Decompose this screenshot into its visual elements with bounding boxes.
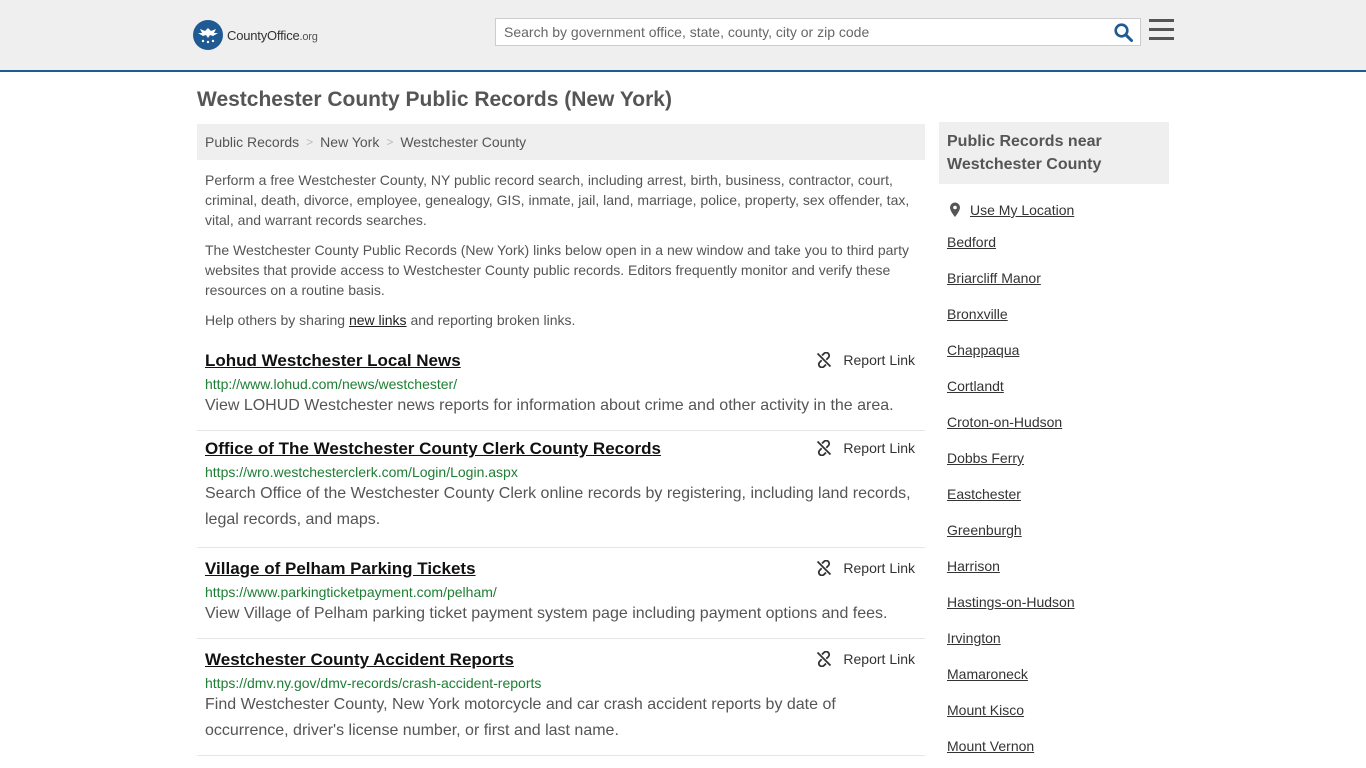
- broken-link-icon: [817, 651, 832, 667]
- list-item: Greenburgh: [947, 512, 1169, 548]
- broken-link-icon: [817, 352, 832, 368]
- sidebar-heading-line2: Westchester County: [947, 156, 1102, 173]
- place-link[interactable]: Eastchester: [947, 486, 1021, 502]
- new-links-link[interactable]: new links: [349, 312, 407, 328]
- link-description: Find Westchester County, New York motorc…: [205, 696, 836, 739]
- list-item: Westchester County Accident Reports Repo…: [197, 639, 925, 756]
- place-link[interactable]: Croton-on-Hudson: [947, 414, 1062, 430]
- nearby-sidebar: Public Records near Westchester County U…: [939, 122, 1169, 764]
- list-item: Hastings-on-Hudson: [947, 584, 1169, 620]
- list-item: Croton-on-Hudson: [947, 404, 1169, 440]
- report-link-label: Report Link: [843, 352, 915, 368]
- link-title[interactable]: Westchester County Accident Reports: [205, 650, 514, 670]
- report-link-label: Report Link: [843, 651, 915, 667]
- breadcrumb-public-records[interactable]: Public Records: [205, 134, 299, 150]
- link-title[interactable]: Village of Pelham Parking Tickets: [205, 559, 476, 579]
- search-input[interactable]: [496, 19, 1106, 45]
- share-paragraph: Help others by sharing new links and rep…: [205, 310, 917, 330]
- use-my-location: Use My Location: [949, 202, 1169, 218]
- list-item: Bedford: [947, 224, 1169, 260]
- sidebar-heading: Public Records near Westchester County: [939, 122, 1169, 184]
- site-header: CountyOffice.org: [0, 0, 1366, 72]
- list-item: Mount Kisco: [947, 692, 1169, 728]
- link-url[interactable]: https://dmv.ny.gov/dmv-records/crash-acc…: [205, 675, 917, 691]
- share-text-end: and reporting broken links.: [406, 312, 576, 328]
- breadcrumb-new-york[interactable]: New York: [320, 134, 379, 150]
- link-url[interactable]: https://www.parkingticketpayment.com/pel…: [205, 584, 917, 600]
- link-url[interactable]: https://wro.westchesterclerk.com/Login/L…: [205, 464, 917, 480]
- list-item: Village of Pelham Parking Tickets Report…: [197, 548, 925, 639]
- place-link[interactable]: Mount Vernon: [947, 738, 1034, 754]
- place-link[interactable]: Harrison: [947, 558, 1000, 574]
- report-link-button[interactable]: Report Link: [816, 560, 915, 576]
- records-link-list: Lohud Westchester Local News Report Link…: [197, 343, 925, 756]
- search-bar: [495, 18, 1141, 46]
- eagle-seal-icon: [193, 20, 223, 50]
- list-item: Bronxville: [947, 296, 1169, 332]
- page-title: Westchester County Public Records (New Y…: [197, 88, 672, 111]
- report-link-button[interactable]: Report Link: [816, 651, 915, 667]
- hamburger-menu-icon[interactable]: [1149, 19, 1175, 43]
- list-item: Dobbs Ferry: [947, 440, 1169, 476]
- link-url[interactable]: http://www.lohud.com/news/westchester/: [205, 376, 917, 392]
- place-link[interactable]: Hastings-on-Hudson: [947, 594, 1075, 610]
- nearby-places-list: Bedford Briarcliff Manor Bronxville Chap…: [947, 224, 1169, 764]
- use-my-location-link[interactable]: Use My Location: [970, 202, 1074, 218]
- site-logo[interactable]: CountyOffice.org: [193, 20, 318, 50]
- place-link[interactable]: Cortlandt: [947, 378, 1004, 394]
- broken-link-icon: [817, 560, 832, 576]
- logo-wordmark: CountyOffice.org: [227, 27, 318, 43]
- place-link[interactable]: Irvington: [947, 630, 1001, 646]
- place-link[interactable]: Bedford: [947, 234, 996, 250]
- place-link[interactable]: Bronxville: [947, 306, 1008, 322]
- place-link[interactable]: Briarcliff Manor: [947, 270, 1041, 286]
- place-link[interactable]: Greenburgh: [947, 522, 1022, 538]
- search-button[interactable]: [1106, 19, 1140, 45]
- breadcrumb-westchester-county[interactable]: Westchester County: [400, 134, 526, 150]
- list-item: Lohud Westchester Local News Report Link…: [197, 343, 925, 431]
- list-item: Harrison: [947, 548, 1169, 584]
- report-link-button[interactable]: Report Link: [816, 440, 915, 456]
- share-text: Help others by sharing: [205, 312, 349, 328]
- link-description: View LOHUD Westchester news reports for …: [205, 397, 894, 414]
- report-link-button[interactable]: Report Link: [816, 352, 915, 368]
- search-icon: [1113, 22, 1133, 42]
- map-pin-icon: [950, 202, 960, 217]
- list-item: Eastchester: [947, 476, 1169, 512]
- disclaimer-paragraph: The Westchester County Public Records (N…: [205, 242, 909, 298]
- list-item: Irvington: [947, 620, 1169, 656]
- breadcrumb-separator: >: [386, 135, 394, 149]
- link-title[interactable]: Office of The Westchester County Clerk C…: [205, 439, 661, 459]
- list-item: Mamaroneck: [947, 656, 1169, 692]
- breadcrumb: Public Records > New York > Westchester …: [197, 124, 925, 160]
- place-link[interactable]: Dobbs Ferry: [947, 450, 1024, 466]
- list-item: Mount Vernon: [947, 728, 1169, 764]
- list-item: Cortlandt: [947, 368, 1169, 404]
- link-title[interactable]: Lohud Westchester Local News: [205, 351, 461, 371]
- intro-paragraph: Perform a free Westchester County, NY pu…: [205, 172, 910, 228]
- list-item: Office of The Westchester County Clerk C…: [197, 431, 925, 548]
- place-link[interactable]: Mamaroneck: [947, 666, 1028, 682]
- place-link[interactable]: Chappaqua: [947, 342, 1019, 358]
- link-description: View Village of Pelham parking ticket pa…: [205, 605, 888, 622]
- breadcrumb-separator: >: [306, 135, 314, 149]
- report-link-label: Report Link: [843, 560, 915, 576]
- list-item: Briarcliff Manor: [947, 260, 1169, 296]
- sidebar-heading-line1: Public Records near: [947, 133, 1102, 150]
- link-description: Search Office of the Westchester County …: [205, 485, 911, 528]
- report-link-label: Report Link: [843, 440, 915, 456]
- list-item: Chappaqua: [947, 332, 1169, 368]
- broken-link-icon: [817, 440, 832, 456]
- place-link[interactable]: Mount Kisco: [947, 702, 1024, 718]
